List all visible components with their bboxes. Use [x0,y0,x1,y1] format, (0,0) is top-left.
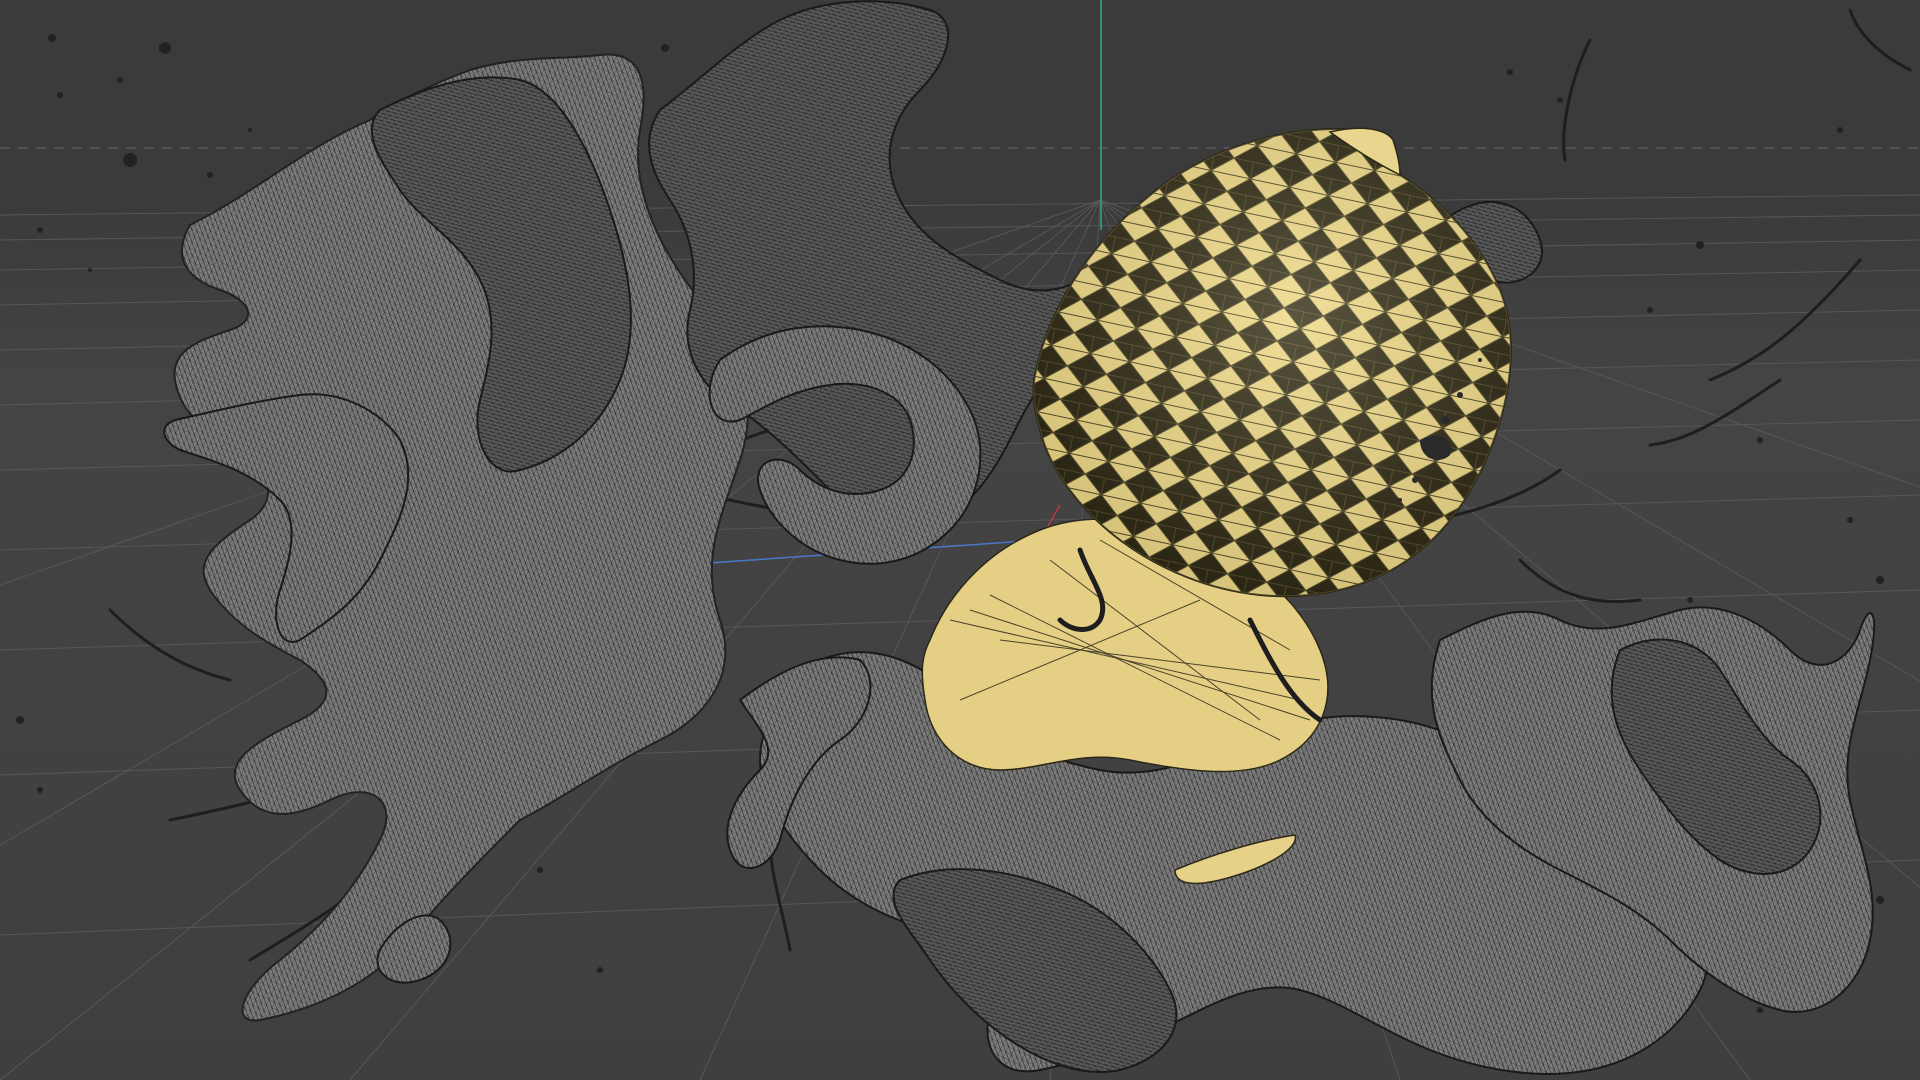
viewport-canvas[interactable] [0,0,1920,1080]
3d-viewport[interactable] [0,0,1920,1080]
